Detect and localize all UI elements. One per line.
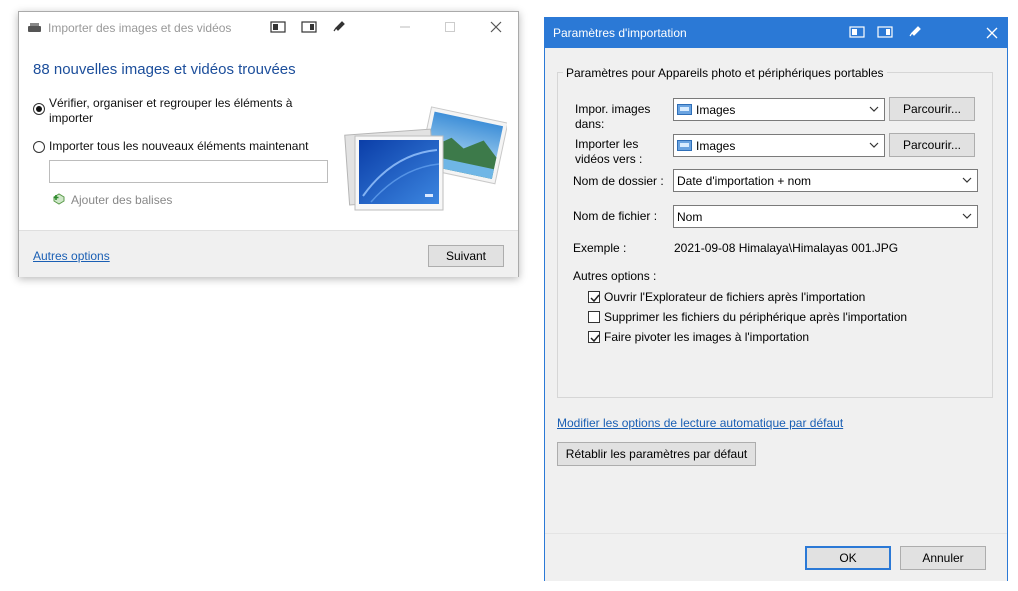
window-layout-icon[interactable] (270, 20, 286, 34)
import-window: Importer des images et des vidéos 88 nou… (18, 11, 519, 277)
checkmark-icon (590, 334, 600, 343)
reset-defaults-button[interactable]: Rétablir les paramètres par défaut (557, 442, 756, 466)
chevron-down-icon (962, 177, 972, 183)
settings-window-title: Paramètres d'importation (553, 26, 687, 40)
settings-group-caption: Paramètres pour Appareils photo et périp… (563, 66, 887, 80)
checkmark-icon (590, 294, 600, 303)
pin-icon[interactable] (907, 24, 923, 38)
pin-icon[interactable] (331, 19, 347, 33)
folder-icon (677, 104, 692, 115)
import-window-footer: Autres options Suivant (19, 230, 518, 277)
photos-illustration (344, 106, 507, 211)
other-options-label: Autres options : (573, 269, 657, 283)
review-organize-radio[interactable] (33, 103, 45, 115)
browse-images-button[interactable]: Parcourir... (889, 97, 975, 121)
folder-name-dropdown[interactable]: Date d'importation + nom (673, 169, 978, 192)
chevron-down-icon (962, 213, 972, 219)
example-label: Exemple : (573, 241, 627, 255)
chevron-down-icon (869, 106, 879, 112)
review-organize-label[interactable]: Vérifier, organiser et regrouper les élé… (49, 96, 319, 126)
add-tags-label[interactable]: Ajouter des balises (71, 193, 172, 207)
tags-input[interactable] (49, 160, 328, 183)
browse-videos-button[interactable]: Parcourir... (889, 133, 975, 157)
images-destination-dropdown[interactable]: Images (673, 98, 885, 121)
minimize-icon[interactable] (398, 20, 412, 34)
found-items-heading: 88 nouvelles images et vidéos trouvées (33, 61, 296, 78)
images-destination-label: Impor. images dans: (575, 102, 651, 131)
settings-window-footer: OK Annuler (545, 533, 1007, 581)
videos-destination-dropdown[interactable]: Images (673, 134, 885, 157)
delete-after-import-checkbox[interactable] (588, 311, 600, 323)
folder-name-label: Nom de dossier : (573, 174, 664, 188)
rotate-images-label[interactable]: Faire pivoter les images à l'importation (604, 330, 809, 345)
delete-after-import-label[interactable]: Supprimer les fichiers du périphérique a… (604, 310, 907, 325)
example-value: 2021-09-08 Himalaya\Himalayas 001.JPG (674, 241, 899, 255)
import-settings-window: Paramètres d'importation Paramètres pour… (544, 17, 1008, 581)
settings-window-titlebar[interactable]: Paramètres d'importation (545, 18, 1007, 48)
autoplay-options-link[interactable]: Modifier les options de lecture automati… (557, 416, 843, 430)
import-all-radio[interactable] (33, 141, 45, 153)
file-name-label: Nom de fichier : (573, 209, 658, 223)
import-window-title: Importer des images et des vidéos (48, 21, 232, 35)
maximize-icon[interactable] (443, 20, 457, 34)
drive-icon (28, 23, 41, 32)
file-name-dropdown[interactable]: Nom (673, 205, 978, 228)
window-layout-icon[interactable] (849, 25, 865, 39)
rotate-images-checkbox[interactable] (588, 331, 600, 343)
window-snap-icon[interactable] (301, 20, 317, 34)
window-snap-icon[interactable] (877, 25, 893, 39)
add-tag-icon[interactable] (52, 192, 66, 206)
videos-destination-label: Importer les vidéos vers : (575, 137, 643, 166)
close-icon[interactable] (985, 26, 999, 40)
ok-button[interactable]: OK (805, 546, 891, 570)
close-icon[interactable] (489, 20, 503, 34)
cancel-button[interactable]: Annuler (900, 546, 986, 570)
import-all-label[interactable]: Importer tous les nouveaux éléments main… (49, 139, 308, 154)
more-options-link[interactable]: Autres options (33, 249, 110, 263)
chevron-down-icon (869, 142, 879, 148)
folder-icon (677, 140, 692, 151)
open-explorer-checkbox[interactable] (588, 291, 600, 303)
open-explorer-label[interactable]: Ouvrir l'Explorateur de fichiers après l… (604, 290, 865, 305)
next-button[interactable]: Suivant (428, 245, 504, 267)
import-window-titlebar[interactable]: Importer des images et des vidéos (19, 12, 518, 42)
